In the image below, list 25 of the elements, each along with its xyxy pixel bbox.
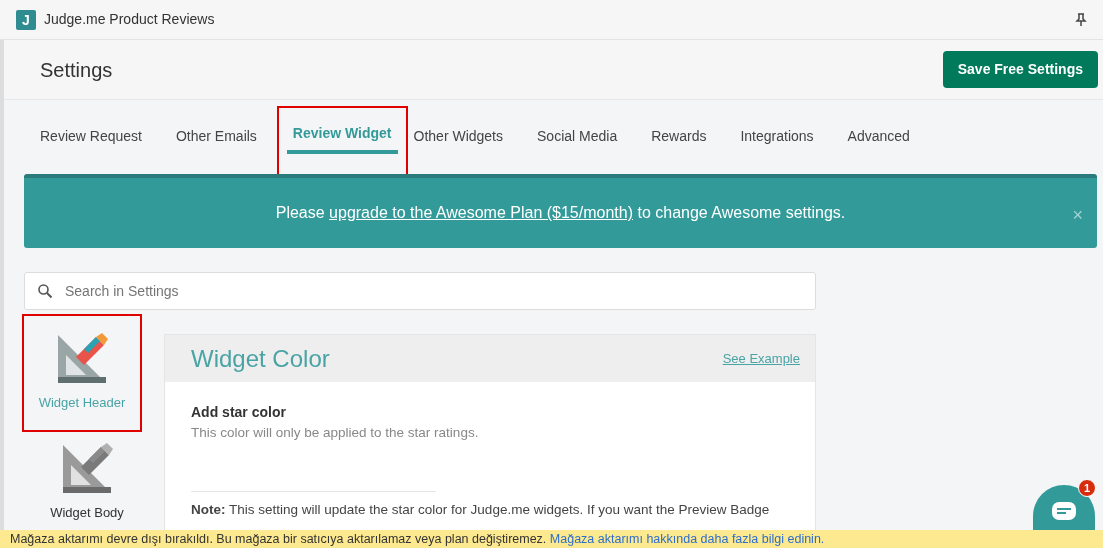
- save-settings-button[interactable]: Save Free Settings: [942, 51, 1098, 88]
- notice-text: Mağaza aktarımı devre dışı bırakıldı. Bu mağaza bir satıcıya aktarılamaz veya plan değiştiremez.: [10, 532, 547, 546]
- setting-help: This color will only be applied to the star ratings.: [191, 424, 480, 442]
- search-field[interactable]: Search in Settings: [24, 272, 816, 310]
- setting-label: Add star color: [191, 403, 287, 422]
- drafting-tools-icon: [56, 333, 108, 386]
- notification-badge: 1: [1078, 479, 1096, 497]
- settings-tab[interactable]: Other Emails: [175, 112, 274, 160]
- sidebar-item[interactable]: Widget Body: [18, 432, 156, 528]
- card-title: Widget Color: [191, 343, 330, 374]
- settings-tab[interactable]: Review Request: [40, 112, 159, 160]
- notice-link[interactable]: Mağaza aktarımı hakkında daha fazla bilgi edinin.: [549, 532, 825, 546]
- drafting-tools-icon: [61, 442, 113, 495]
- app-title: Judge.me Product Reviews: [44, 10, 215, 29]
- settings-tab[interactable]: Rewards: [651, 112, 724, 160]
- settings-tab[interactable]: Other Widgets: [413, 112, 520, 160]
- page-title: Settings: [40, 57, 113, 83]
- note-text: Note: This setting will update the star color for Judge.me widgets. If you want the Preview Badge: [191, 501, 771, 520]
- banner-text: Please upgrade to the Awesome Plan ($15/month) to change Awesome settings.: [275, 203, 846, 223]
- settings-tab[interactable]: Advanced: [847, 112, 927, 160]
- settings-tab[interactable]: Social Media: [537, 112, 635, 160]
- chat-icon: [1051, 500, 1077, 521]
- settings-tab[interactable]: Integrations: [740, 112, 831, 160]
- app-logo: J: [16, 9, 36, 30]
- chat-button[interactable]: [1033, 485, 1095, 530]
